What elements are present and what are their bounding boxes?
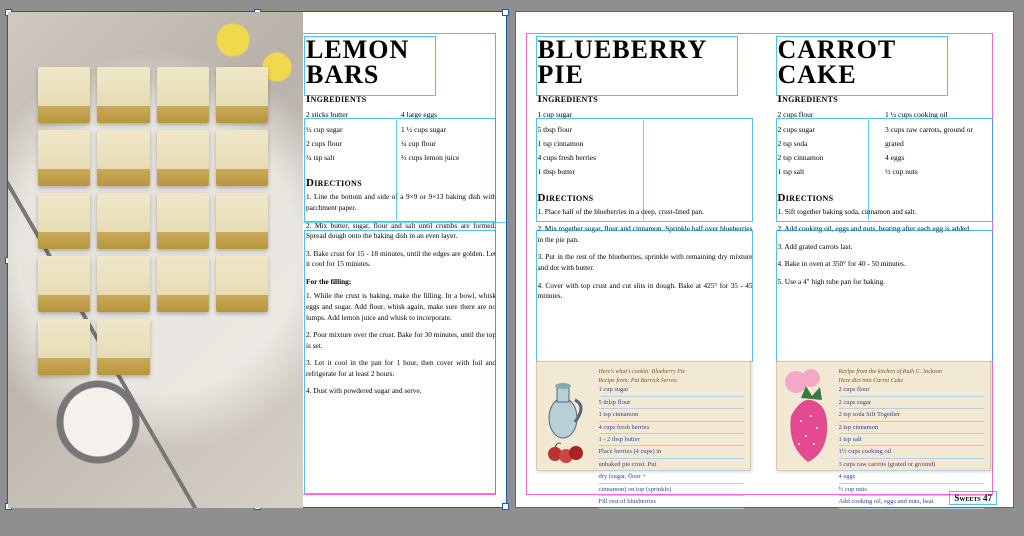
jug-apples-illustration	[541, 366, 595, 466]
text-frame[interactable]	[536, 118, 753, 222]
text-frame[interactable]	[776, 36, 948, 96]
text-frame[interactable]	[536, 230, 753, 362]
text-frame[interactable]	[304, 230, 496, 494]
document-spread: LEMONBARS Ingredients 2 sticks butter½ c…	[7, 11, 1014, 508]
page-footer: Sweets 47	[949, 491, 997, 505]
text-frame[interactable]	[304, 36, 436, 96]
recipe-column-blueberry: BLUEBERRYPIE Ingredients 1 cup sugar5 tb…	[538, 38, 753, 489]
recipe-column-carrot: CARROTCAKE Ingredients 2 cups flour2 cup…	[778, 38, 993, 489]
column-guide	[643, 120, 644, 220]
recipe-card-blueberry[interactable]: Here's what's cookin: Blueberry Pie Reci…	[536, 361, 751, 471]
recipe-card-carrot[interactable]: Recipe from the kitchen of Ruth C. Jacks…	[776, 361, 991, 471]
column-guide	[868, 120, 869, 220]
column-guide	[396, 120, 397, 220]
text-frame[interactable]	[304, 118, 496, 222]
strawberry-illustration	[781, 366, 835, 466]
text-frame[interactable]	[776, 118, 993, 222]
page-right[interactable]: BLUEBERRYPIE Ingredients 1 cup sugar5 tb…	[515, 11, 1015, 508]
text-frame[interactable]	[776, 230, 993, 362]
lemon-bars-photo	[38, 67, 268, 375]
page-left[interactable]: LEMONBARS Ingredients 2 sticks butter½ c…	[7, 11, 507, 508]
recipe-column-lemon: LEMONBARS Ingredients 2 sticks butter½ c…	[306, 38, 496, 489]
dtp-viewport: LEMONBARS Ingredients 2 sticks butter½ c…	[0, 0, 1024, 536]
handle-se[interactable]	[502, 503, 509, 510]
image-frame-lemon-bars[interactable]	[8, 12, 303, 508]
text-frame[interactable]	[536, 36, 738, 96]
handle-ne[interactable]	[502, 9, 509, 16]
